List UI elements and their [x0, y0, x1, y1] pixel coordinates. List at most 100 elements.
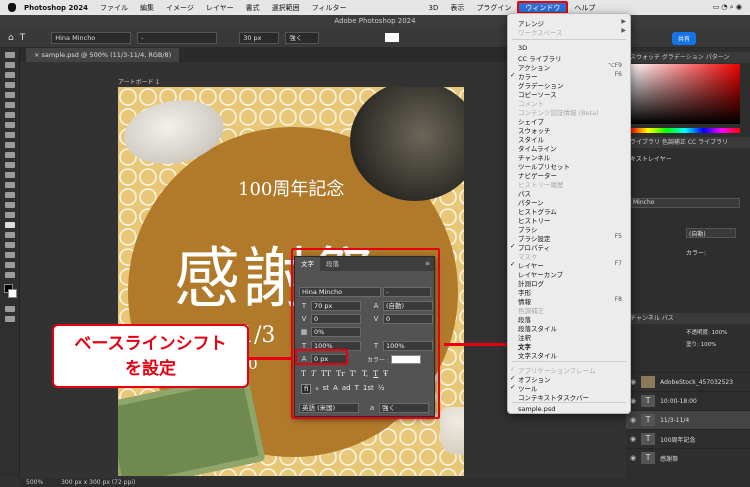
app-menu[interactable]: Photoshop 2024 — [18, 4, 94, 12]
menu-select[interactable]: 選択範囲 — [266, 3, 306, 13]
healing-tool-icon[interactable] — [5, 132, 15, 138]
options-size-field[interactable]: 30 px — [239, 31, 280, 44]
cup-image — [440, 407, 464, 455]
quick-select-tool-icon[interactable] — [5, 92, 15, 98]
menu-edit[interactable]: 編集 — [134, 3, 160, 13]
options-aa-field[interactable]: 強く — [285, 31, 320, 44]
menu-plugins[interactable]: プラグイン — [470, 3, 517, 13]
color-picker-field[interactable] — [630, 64, 740, 124]
callout-line-2: を設定 — [125, 359, 176, 379]
submenu-arrow-icon: ▶ — [621, 18, 626, 25]
text-layer-icon: T — [641, 395, 656, 407]
gradient-tool-icon[interactable] — [5, 182, 15, 188]
menu-3d[interactable]: 3D — [423, 4, 445, 12]
menu-item-workspace[interactable]: ワークスペース — [518, 27, 563, 37]
hue-slider[interactable] — [630, 128, 740, 133]
close-icon[interactable]: × — [34, 51, 42, 59]
callout-line-1: ベースラインシフト — [74, 334, 227, 354]
stamp-tool-icon[interactable] — [5, 152, 15, 158]
options-bar: ⌂ T Hina Mincho - 30 px 強く — [0, 28, 750, 48]
pen-tool-icon[interactable] — [5, 212, 15, 218]
shortcut-label: F5 — [614, 233, 622, 240]
window-menu-dropdown: アレンジ▶ ワークスペース▶ 3D CC ライブラリ アクション⌥F9 カラーF… — [507, 13, 631, 414]
more-tools-icon[interactable] — [5, 272, 15, 278]
layer-row[interactable]: ◉ T 10:00-18:00 — [626, 391, 750, 410]
options-style-field[interactable]: - — [137, 31, 218, 44]
share-button[interactable]: 共有 — [671, 32, 696, 45]
screen-mode-icon[interactable] — [5, 316, 15, 322]
history-brush-tool-icon[interactable] — [5, 162, 15, 168]
layer-row[interactable]: ◉ T 11/3-11/4 — [626, 410, 750, 429]
layer-name: 感謝祭 — [660, 455, 679, 463]
type-tool-icon[interactable]: T — [20, 33, 26, 43]
layers-panel-tabs[interactable]: チャンネル パス — [626, 313, 750, 324]
properties-panel-tabs[interactable]: ライブラリ 色調補正 CC ライブラリ — [626, 137, 750, 148]
menu-item-document[interactable]: sample.psd — [518, 405, 555, 413]
menu-file[interactable]: ファイル — [94, 3, 134, 13]
layer-row[interactable]: ◉ AdobeStock_457032523 — [626, 372, 750, 391]
menu-image[interactable]: イメージ — [160, 3, 200, 13]
menu-help[interactable]: ヘルプ — [568, 3, 601, 13]
dodge-tool-icon[interactable] — [5, 202, 15, 208]
options-font-field[interactable]: Hina Mincho — [51, 31, 132, 44]
visibility-icon[interactable]: ◉ — [630, 416, 636, 424]
visibility-icon[interactable]: ◉ — [630, 454, 636, 462]
right-dock: スウォッチ グラデーション パターン ライブラリ 色調補正 CC ライブラリ キ… — [626, 48, 750, 478]
menu-view[interactable]: 表示 — [444, 3, 470, 13]
brush-tool-icon[interactable] — [5, 142, 15, 148]
menu-item-3d[interactable]: 3D — [518, 44, 527, 52]
shape-tool-icon[interactable] — [5, 242, 15, 248]
menu-item-contextual-taskbar[interactable]: コンテキストタスクバー — [518, 392, 589, 402]
document-tab-label: sample.psd @ 500% (11/3-11/4, RGB/8) — [41, 51, 172, 59]
baseline-field-highlight — [295, 349, 348, 365]
shortcut-label: F7 — [614, 260, 622, 267]
type-tool-icon[interactable] — [5, 222, 15, 228]
crop-tool-icon[interactable] — [5, 102, 15, 108]
properties-color-label: カラー: — [686, 250, 707, 257]
status-bar: 500% 300 px x 300 px (72 ppi) — [20, 478, 750, 487]
lasso-tool-icon[interactable] — [5, 82, 15, 88]
menu-layer[interactable]: レイヤー — [200, 3, 240, 13]
quick-mask-icon[interactable] — [5, 306, 15, 312]
home-icon[interactable]: ⌂ — [8, 33, 14, 43]
opacity-field[interactable]: 不透明度: 100% — [686, 328, 727, 336]
layer-name: 10:00-18:00 — [660, 397, 697, 405]
menu-type[interactable]: 書式 — [240, 3, 266, 13]
menu-filter[interactable]: フィルター — [306, 3, 353, 13]
properties-leading-field[interactable]: (自動) — [686, 228, 736, 238]
layer-row[interactable]: ◉ T 感謝祭 — [626, 448, 750, 467]
apple-icon[interactable] — [8, 3, 16, 12]
blur-tool-icon[interactable] — [5, 192, 15, 198]
zoom-level[interactable]: 500% — [26, 479, 43, 486]
zoom-tool-icon[interactable] — [5, 262, 15, 268]
layer-name: 11/3-11/4 — [660, 416, 690, 424]
move-tool-icon[interactable] — [5, 52, 15, 58]
character-panel-highlight — [291, 248, 440, 419]
background-color-swatch[interactable] — [8, 289, 17, 298]
fill-field[interactable]: 塗り: 100% — [686, 340, 716, 348]
artboard-tool-icon[interactable] — [5, 62, 15, 68]
properties-font-field[interactable]: Mincho — [630, 198, 740, 208]
menu-item-character-styles[interactable]: 文字スタイル — [518, 350, 557, 360]
text-layer-icon: T — [641, 433, 656, 445]
menu-separator — [512, 361, 626, 362]
options-color-swatch[interactable] — [385, 33, 400, 42]
document-tab-bar: × sample.psd @ 500% (11/3-11/4, RGB/8) — [20, 48, 520, 62]
eyedropper-tool-icon[interactable] — [5, 122, 15, 128]
frame-tool-icon[interactable] — [5, 112, 15, 118]
shortcut-label: ⌥F9 — [607, 62, 622, 69]
eraser-tool-icon[interactable] — [5, 172, 15, 178]
artboard-label: アートボード 1 — [118, 79, 160, 86]
menu-arrow — [444, 343, 508, 346]
path-select-tool-icon[interactable] — [5, 232, 15, 238]
status-icons: ▭ ◔ ⌕ ◉ — [712, 3, 742, 11]
document-tab[interactable]: × sample.psd @ 500% (11/3-11/4, RGB/8) — [26, 48, 180, 62]
color-panel-tabs[interactable]: スウォッチ グラデーション パターン — [626, 52, 750, 63]
visibility-icon[interactable]: ◉ — [630, 435, 636, 443]
hand-tool-icon[interactable] — [5, 252, 15, 258]
instruction-callout: ベースラインシフト を設定 — [52, 324, 249, 388]
menu-separator — [512, 402, 626, 403]
marquee-tool-icon[interactable] — [5, 72, 15, 78]
document-size: 300 px x 300 px (72 ppi) — [61, 479, 136, 486]
layer-row[interactable]: ◉ T 100周年記念 — [626, 429, 750, 448]
